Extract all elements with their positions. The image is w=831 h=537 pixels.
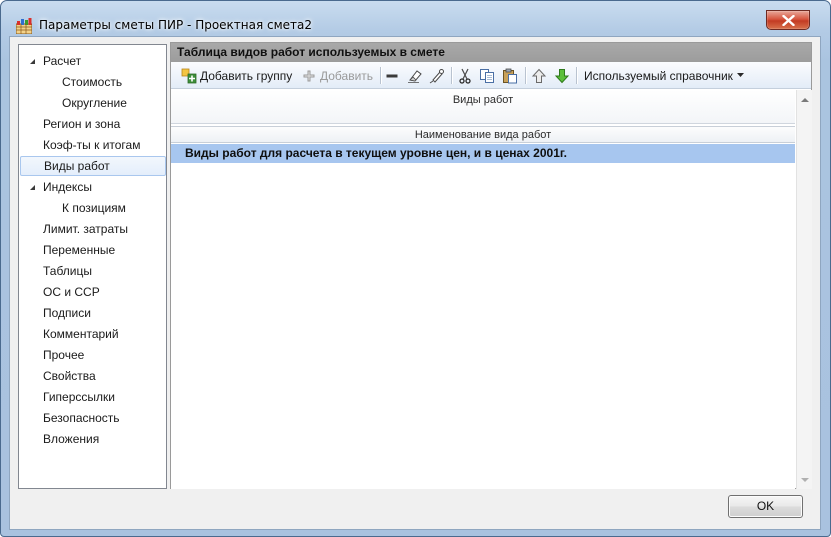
eraser-icon <box>408 69 422 83</box>
title-bar[interactable]: Параметры сметы ПИР - Проектная смета2 <box>1 1 830 37</box>
copy-icon <box>480 68 494 83</box>
sidebar-item[interactable]: Регион и зона <box>19 114 166 134</box>
settings-tree: Расчет Стоимость Округление Регион и зона Ко… <box>18 44 167 489</box>
sidebar-item-label: Вложения <box>43 432 100 446</box>
chevron-down-icon <box>736 73 744 77</box>
dropper-icon <box>429 68 444 83</box>
sidebar-item[interactable]: Виды работ <box>20 156 166 176</box>
replace-button[interactable] <box>429 65 445 86</box>
delete-button[interactable] <box>385 65 399 86</box>
sidebar-item[interactable]: Индексы <box>19 177 166 197</box>
panel-header: Таблица видов работ используемых в смете <box>171 43 811 62</box>
sidebar-item-label: Таблицы <box>43 264 93 278</box>
add-button[interactable]: Добавить <box>302 65 373 86</box>
sidebar-item[interactable]: Подписи <box>19 303 166 323</box>
toolbar: Добавить группу Добавить Используемый сп… <box>171 62 811 89</box>
dialog-client-area: Расчет Стоимость Округление Регион и зона Ко… <box>9 36 821 530</box>
sidebar-item[interactable]: ОС и ССР <box>19 282 166 302</box>
ok-button[interactable]: OK <box>728 495 803 518</box>
sidebar-item-label: Прочее <box>43 348 85 362</box>
expand-triangle-icon[interactable] <box>29 184 36 191</box>
work-types-panel: Таблица видов работ используемых в смете… <box>170 42 812 489</box>
sidebar-item-label: ОС и ССР <box>43 285 100 299</box>
toolbar-separator <box>451 67 452 84</box>
sidebar-item-label: Комментарий <box>43 327 119 341</box>
cut-button[interactable] <box>457 65 473 86</box>
toolbar-separator <box>525 67 526 84</box>
sidebar-item-label: Коэф-ты к итогам <box>43 138 141 152</box>
arrow-up-icon <box>531 68 547 83</box>
sidebar-item-label: Гиперссылки <box>43 390 115 404</box>
sidebar-item[interactable]: Расчет <box>19 51 166 71</box>
sidebar-item[interactable]: Стоимость <box>19 72 166 92</box>
plus-icon <box>303 70 315 81</box>
window-title: Параметры сметы ПИР - Проектная смета2 <box>39 18 313 32</box>
move-down-button[interactable] <box>554 65 570 86</box>
sidebar-item-label: Переменные <box>43 243 116 257</box>
toolbar-separator <box>380 67 381 84</box>
sidebar-item[interactable]: К позициям <box>19 198 166 218</box>
sidebar-item-label: Регион и зона <box>43 117 121 131</box>
scroll-down-icon[interactable] <box>801 478 809 482</box>
work-types-grid: Виды работ Наименование вида работ Виды … <box>171 90 795 489</box>
sidebar-item-label: Расчет <box>43 54 82 68</box>
move-up-button[interactable] <box>531 65 547 86</box>
reference-dropdown-label: Используемый справочник <box>584 68 733 83</box>
scroll-up-icon[interactable] <box>801 98 809 102</box>
sidebar-item[interactable]: Коэф-ты к итогам <box>19 135 166 155</box>
reference-dropdown[interactable]: Используемый справочник <box>584 65 744 86</box>
sidebar-item-label: Виды работ <box>44 159 110 173</box>
band-header: Виды работ <box>171 90 795 124</box>
sidebar-item[interactable]: Таблицы <box>19 261 166 281</box>
sidebar-item-label: Подписи <box>43 306 91 320</box>
sidebar-item-label: К позициям <box>62 201 126 215</box>
sidebar-item[interactable]: Комментарий <box>19 324 166 344</box>
copy-button[interactable] <box>479 65 495 86</box>
sidebar-item-label: Округление <box>62 96 127 110</box>
sidebar-item[interactable]: Переменные <box>19 240 166 260</box>
add-group-label: Добавить группу <box>200 68 293 83</box>
add-group-icon <box>181 68 197 83</box>
sidebar-item-label: Стоимость <box>62 75 123 89</box>
paste-icon <box>503 68 517 83</box>
sidebar-item[interactable]: Безопасность <box>19 408 166 428</box>
expand-triangle-icon[interactable] <box>29 58 36 65</box>
app-grid-icon <box>16 18 32 34</box>
close-icon <box>782 15 795 26</box>
dialog-window: Параметры сметы ПИР - Проектная смета2 Р… <box>0 0 831 537</box>
add-group-button[interactable]: Добавить группу <box>181 65 292 86</box>
sidebar-item[interactable]: Вложения <box>19 429 166 449</box>
sidebar-item-label: Безопасность <box>43 411 120 425</box>
sidebar-item[interactable]: Лимит. затраты <box>19 219 166 239</box>
minus-icon <box>386 74 398 77</box>
sidebar-item-label: Свойства <box>43 369 96 383</box>
toolbar-separator <box>576 67 577 84</box>
clear-button[interactable] <box>407 65 423 86</box>
table-row[interactable]: Виды работ для расчета в текущем уровне … <box>171 144 795 163</box>
scissors-icon <box>459 68 471 84</box>
sidebar-item[interactable]: Округление <box>19 93 166 113</box>
sidebar-item[interactable]: Прочее <box>19 345 166 365</box>
close-button[interactable] <box>766 10 810 30</box>
column-header-name[interactable]: Наименование вида работ <box>171 126 795 143</box>
sidebar-item[interactable]: Свойства <box>19 366 166 386</box>
sidebar-item[interactable]: Гиперссылки <box>19 387 166 407</box>
vertical-scrollbar[interactable] <box>796 90 812 489</box>
add-label: Добавить <box>320 68 374 83</box>
paste-button[interactable] <box>502 65 518 86</box>
sidebar-item-label: Индексы <box>43 180 92 194</box>
arrow-down-icon <box>554 68 570 83</box>
sidebar-item-label: Лимит. затраты <box>43 222 128 236</box>
